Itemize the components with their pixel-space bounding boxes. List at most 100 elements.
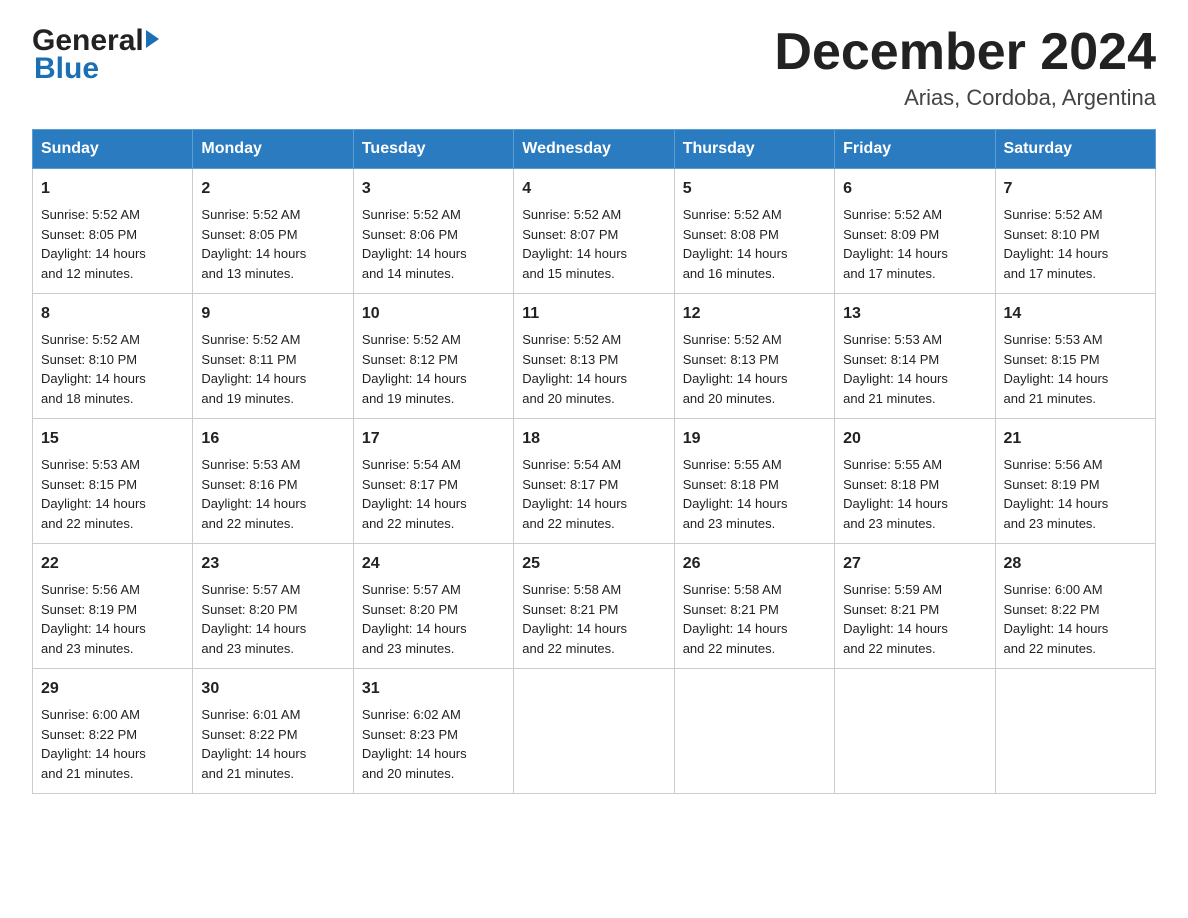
sunset-label: Sunset: 8:15 PM: [41, 477, 137, 492]
sunrise-label: Sunrise: 5:52 AM: [683, 207, 782, 222]
calendar-cell: 16 Sunrise: 5:53 AM Sunset: 8:16 PM Dayl…: [193, 419, 353, 544]
daylight-minutes: and 23 minutes.: [362, 641, 455, 656]
page-header: General Blue December 2024 Arias, Cordob…: [32, 24, 1156, 111]
day-number: 8: [41, 302, 184, 326]
daylight-minutes: and 17 minutes.: [843, 266, 936, 281]
calendar-cell: 3 Sunrise: 5:52 AM Sunset: 8:06 PM Dayli…: [353, 169, 513, 294]
calendar-cell: 6 Sunrise: 5:52 AM Sunset: 8:09 PM Dayli…: [835, 169, 995, 294]
sunset-label: Sunset: 8:10 PM: [41, 352, 137, 367]
col-wednesday: Wednesday: [514, 130, 674, 169]
sunset-label: Sunset: 8:20 PM: [201, 602, 297, 617]
daylight-minutes: and 20 minutes.: [522, 391, 615, 406]
sunset-label: Sunset: 8:13 PM: [522, 352, 618, 367]
sunrise-label: Sunrise: 5:52 AM: [201, 332, 300, 347]
sunset-label: Sunset: 8:23 PM: [362, 727, 458, 742]
daylight-minutes: and 21 minutes.: [41, 766, 134, 781]
calendar-cell: 26 Sunrise: 5:58 AM Sunset: 8:21 PM Dayl…: [674, 544, 834, 669]
calendar-cell: 8 Sunrise: 5:52 AM Sunset: 8:10 PM Dayli…: [33, 294, 193, 419]
sunset-label: Sunset: 8:08 PM: [683, 227, 779, 242]
daylight-label: Daylight: 14 hours: [1004, 371, 1109, 386]
calendar-week-2: 8 Sunrise: 5:52 AM Sunset: 8:10 PM Dayli…: [33, 294, 1156, 419]
day-number: 29: [41, 677, 184, 701]
location-subtitle: Arias, Cordoba, Argentina: [774, 85, 1156, 111]
calendar-cell: 7 Sunrise: 5:52 AM Sunset: 8:10 PM Dayli…: [995, 169, 1155, 294]
sunrise-label: Sunrise: 5:53 AM: [843, 332, 942, 347]
daylight-label: Daylight: 14 hours: [41, 496, 146, 511]
calendar-header-row: Sunday Monday Tuesday Wednesday Thursday…: [33, 130, 1156, 169]
day-number: 26: [683, 552, 826, 576]
sunset-label: Sunset: 8:22 PM: [41, 727, 137, 742]
daylight-label: Daylight: 14 hours: [683, 371, 788, 386]
sunset-label: Sunset: 8:13 PM: [683, 352, 779, 367]
calendar-cell: 11 Sunrise: 5:52 AM Sunset: 8:13 PM Dayl…: [514, 294, 674, 419]
day-number: 7: [1004, 177, 1147, 201]
daylight-minutes: and 19 minutes.: [201, 391, 294, 406]
sunrise-label: Sunrise: 6:00 AM: [41, 707, 140, 722]
daylight-minutes: and 22 minutes.: [522, 516, 615, 531]
month-title: December 2024: [774, 24, 1156, 81]
daylight-label: Daylight: 14 hours: [41, 621, 146, 636]
daylight-minutes: and 22 minutes.: [41, 516, 134, 531]
day-number: 27: [843, 552, 986, 576]
sunrise-label: Sunrise: 5:52 AM: [522, 207, 621, 222]
calendar-cell: 31 Sunrise: 6:02 AM Sunset: 8:23 PM Dayl…: [353, 669, 513, 794]
calendar-cell: [674, 669, 834, 794]
calendar-cell: 9 Sunrise: 5:52 AM Sunset: 8:11 PM Dayli…: [193, 294, 353, 419]
daylight-label: Daylight: 14 hours: [362, 496, 467, 511]
sunrise-label: Sunrise: 5:58 AM: [522, 582, 621, 597]
daylight-label: Daylight: 14 hours: [201, 746, 306, 761]
col-thursday: Thursday: [674, 130, 834, 169]
daylight-minutes: and 23 minutes.: [201, 641, 294, 656]
sunrise-label: Sunrise: 5:52 AM: [683, 332, 782, 347]
sunrise-label: Sunrise: 5:56 AM: [41, 582, 140, 597]
sunset-label: Sunset: 8:21 PM: [843, 602, 939, 617]
daylight-minutes: and 18 minutes.: [41, 391, 134, 406]
calendar-cell: 4 Sunrise: 5:52 AM Sunset: 8:07 PM Dayli…: [514, 169, 674, 294]
calendar-week-3: 15 Sunrise: 5:53 AM Sunset: 8:15 PM Dayl…: [33, 419, 1156, 544]
daylight-minutes: and 21 minutes.: [843, 391, 936, 406]
day-number: 31: [362, 677, 505, 701]
daylight-label: Daylight: 14 hours: [362, 246, 467, 261]
sunrise-label: Sunrise: 5:52 AM: [201, 207, 300, 222]
daylight-label: Daylight: 14 hours: [522, 621, 627, 636]
col-tuesday: Tuesday: [353, 130, 513, 169]
sunrise-label: Sunrise: 5:54 AM: [522, 457, 621, 472]
day-number: 16: [201, 427, 344, 451]
sunrise-label: Sunrise: 5:57 AM: [201, 582, 300, 597]
sunset-label: Sunset: 8:18 PM: [683, 477, 779, 492]
sunrise-label: Sunrise: 5:54 AM: [362, 457, 461, 472]
day-number: 17: [362, 427, 505, 451]
daylight-label: Daylight: 14 hours: [201, 621, 306, 636]
day-number: 22: [41, 552, 184, 576]
daylight-label: Daylight: 14 hours: [41, 746, 146, 761]
daylight-minutes: and 22 minutes.: [201, 516, 294, 531]
col-monday: Monday: [193, 130, 353, 169]
calendar-cell: 19 Sunrise: 5:55 AM Sunset: 8:18 PM Dayl…: [674, 419, 834, 544]
daylight-minutes: and 21 minutes.: [1004, 391, 1097, 406]
calendar-cell: [514, 669, 674, 794]
calendar-cell: 18 Sunrise: 5:54 AM Sunset: 8:17 PM Dayl…: [514, 419, 674, 544]
day-number: 28: [1004, 552, 1147, 576]
sunset-label: Sunset: 8:05 PM: [41, 227, 137, 242]
day-number: 14: [1004, 302, 1147, 326]
day-number: 18: [522, 427, 665, 451]
calendar-cell: 23 Sunrise: 5:57 AM Sunset: 8:20 PM Dayl…: [193, 544, 353, 669]
day-number: 9: [201, 302, 344, 326]
calendar-cell: 10 Sunrise: 5:52 AM Sunset: 8:12 PM Dayl…: [353, 294, 513, 419]
sunset-label: Sunset: 8:15 PM: [1004, 352, 1100, 367]
col-saturday: Saturday: [995, 130, 1155, 169]
calendar-week-5: 29 Sunrise: 6:00 AM Sunset: 8:22 PM Dayl…: [33, 669, 1156, 794]
calendar-cell: 27 Sunrise: 5:59 AM Sunset: 8:21 PM Dayl…: [835, 544, 995, 669]
sunrise-label: Sunrise: 5:52 AM: [1004, 207, 1103, 222]
sunrise-label: Sunrise: 5:55 AM: [843, 457, 942, 472]
calendar-week-1: 1 Sunrise: 5:52 AM Sunset: 8:05 PM Dayli…: [33, 169, 1156, 294]
daylight-minutes: and 17 minutes.: [1004, 266, 1097, 281]
daylight-label: Daylight: 14 hours: [1004, 496, 1109, 511]
daylight-label: Daylight: 14 hours: [522, 246, 627, 261]
sunset-label: Sunset: 8:19 PM: [41, 602, 137, 617]
sunrise-label: Sunrise: 5:58 AM: [683, 582, 782, 597]
daylight-minutes: and 15 minutes.: [522, 266, 615, 281]
sunrise-label: Sunrise: 5:52 AM: [362, 207, 461, 222]
sunset-label: Sunset: 8:16 PM: [201, 477, 297, 492]
daylight-minutes: and 14 minutes.: [362, 266, 455, 281]
